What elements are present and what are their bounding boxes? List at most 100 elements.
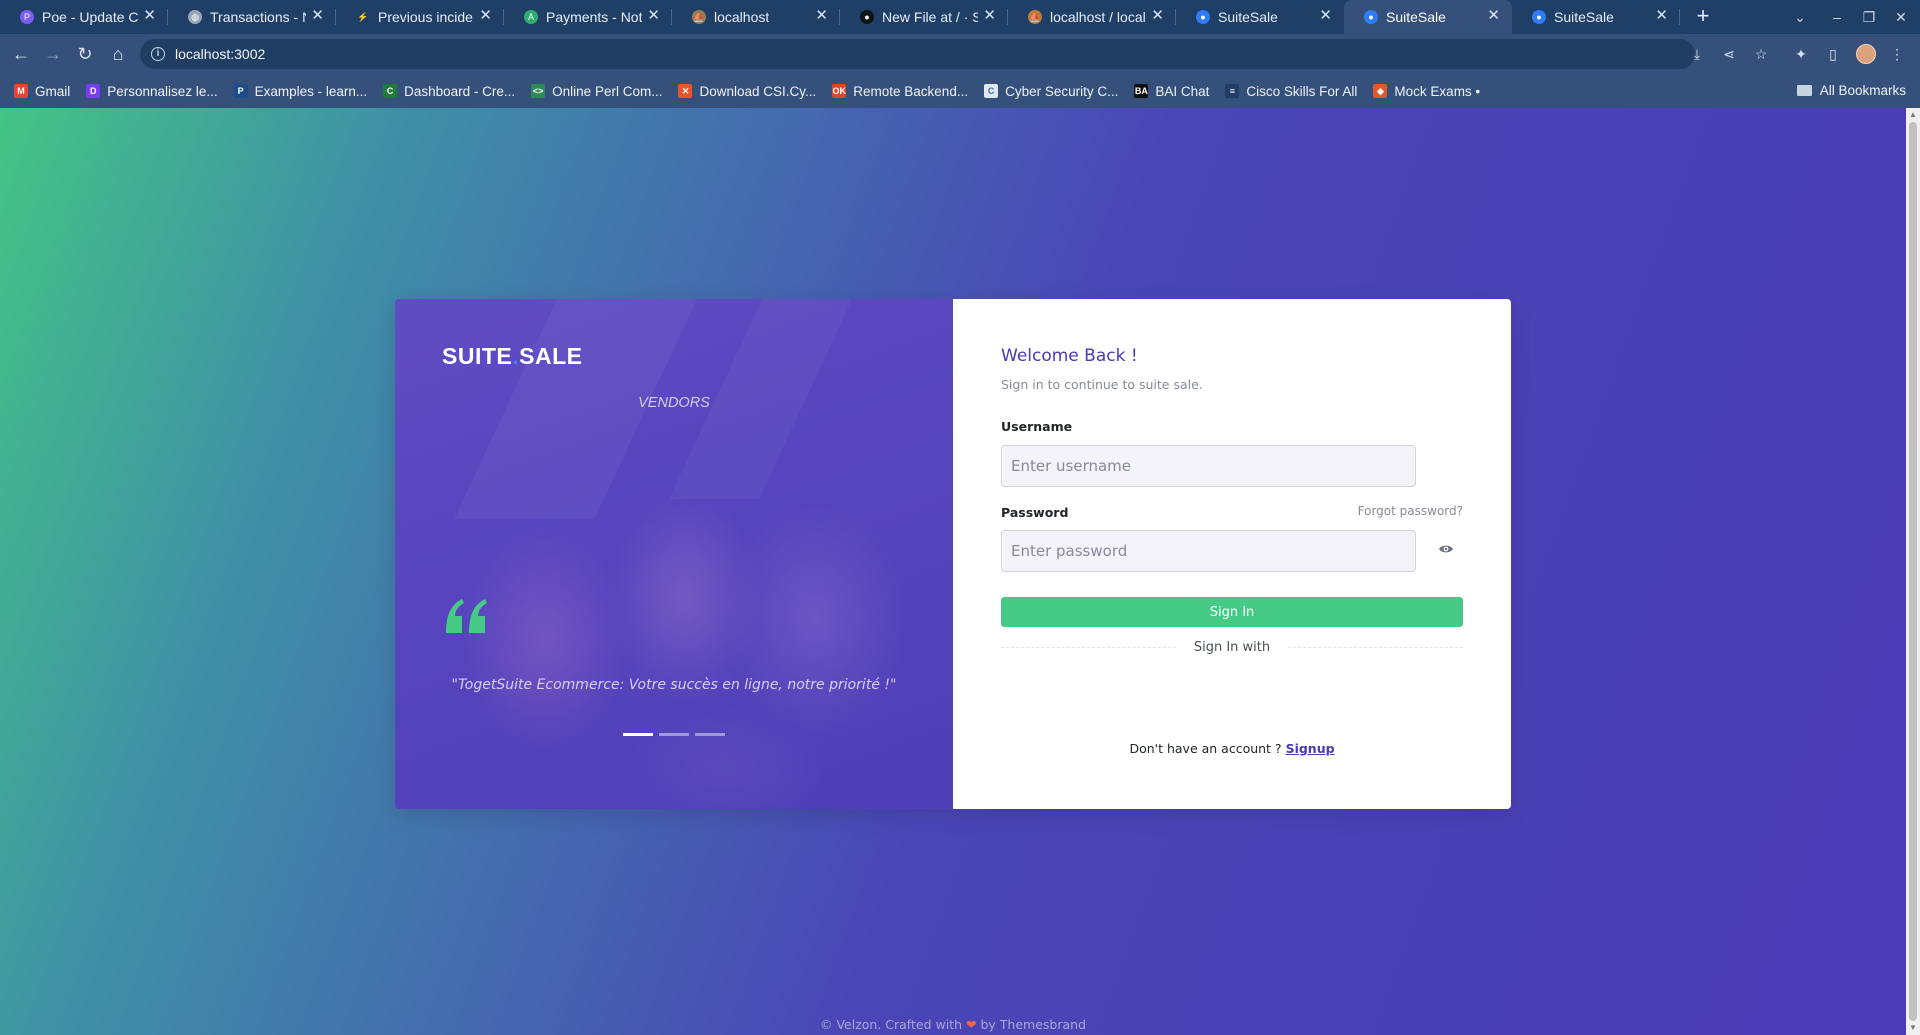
tab-close-icon[interactable]: ✕	[479, 8, 492, 24]
login-card: SUITE.SALE VENDORS "TogetSuite Ecommerce…	[395, 299, 1511, 809]
bookmark-star-icon[interactable]: ☆	[1750, 43, 1772, 65]
tab-close-icon[interactable]: ✕	[647, 8, 660, 24]
bookmarks-bar: M Gmail D Personnalisez le... P Examples - le…	[0, 74, 1920, 108]
site-info-icon[interactable]: i	[151, 47, 165, 61]
tab-close-icon[interactable]: ✕	[983, 8, 996, 24]
password-input[interactable]	[1001, 530, 1416, 572]
canva-icon: D	[86, 84, 101, 98]
carousel-indicator[interactable]	[623, 733, 653, 736]
scroll-up-icon[interactable]: ▲	[1906, 108, 1920, 122]
carousel-indicators	[623, 733, 725, 736]
menu-icon[interactable]: ⋮	[1886, 43, 1908, 65]
browser-tab[interactable]: ⛵ localhost / localh ✕	[1008, 0, 1176, 34]
back-icon[interactable]: ←	[7, 40, 35, 68]
side-panel-icon[interactable]: ▯	[1822, 43, 1844, 65]
sign-in-button[interactable]: Sign In	[1001, 597, 1463, 627]
bookmark-label: Remote Backend...	[853, 83, 969, 99]
logo-text-left: SUITE	[442, 343, 513, 369]
bookmark-item[interactable]: M Gmail	[14, 84, 70, 99]
carousel-indicator[interactable]	[659, 733, 689, 736]
vendors-tagline: VENDORS	[638, 395, 710, 411]
tab-close-icon[interactable]: ✕	[311, 8, 324, 24]
page-viewport: SUITE.SALE VENDORS "TogetSuite Ecommerce…	[0, 108, 1920, 1035]
bookmark-item[interactable]: <> Online Perl Com...	[531, 84, 662, 99]
minimize-icon[interactable]: –	[1820, 0, 1854, 34]
welcome-subtitle: Sign in to continue to suite sale.	[1001, 377, 1203, 392]
browser-tab[interactable]: A Payments - Notch ✕	[504, 0, 672, 34]
tab-title: SuiteSale	[1218, 9, 1278, 25]
browser-toolbar: ← → ↻ ⌂ i localhost:3002 ⤓ ⋖ ☆ ✦ ▯ ⋮	[0, 34, 1920, 74]
cisco-icon: ≡	[1225, 84, 1240, 98]
share-icon[interactable]: ⋖	[1718, 43, 1740, 65]
bookmark-label: BAI Chat	[1155, 83, 1210, 99]
close-window-icon[interactable]: ✕	[1884, 0, 1918, 34]
browser-tab[interactable]: ● SuiteSale ✕	[1512, 0, 1680, 34]
perl-icon: <>	[531, 84, 546, 98]
tab-title: localhost	[714, 9, 770, 25]
gmail-icon: M	[14, 84, 28, 98]
signup-link[interactable]: Signup	[1286, 741, 1335, 756]
signup-prompt: Don't have an account ? Signup	[953, 741, 1511, 756]
bookmark-item[interactable]: C Cyber Security C...	[984, 84, 1118, 99]
tab-search-icon[interactable]: ⌄	[1783, 0, 1817, 34]
browser-tab[interactable]: P Poe - Update Clie ✕	[0, 0, 168, 34]
address-bar[interactable]: i localhost:3002	[140, 39, 1695, 69]
forward-icon[interactable]: →	[39, 40, 67, 68]
codewars-icon: C	[383, 84, 398, 98]
bookmark-list: M Gmail D Personnalisez le... P Examples - le…	[14, 84, 1496, 99]
tab-close-icon[interactable]: ✕	[1655, 8, 1668, 24]
bai-icon: BA	[1134, 84, 1149, 98]
bookmark-label: Download CSI.Cy...	[699, 83, 817, 99]
new-tab-button[interactable]: +	[1686, 0, 1720, 34]
reload-icon[interactable]: ↻	[71, 40, 99, 68]
tab-close-icon[interactable]: ✕	[1487, 8, 1500, 24]
browser-tab[interactable]: ● SuiteSale ✕	[1176, 0, 1344, 34]
bookmark-item[interactable]: ≡ Cisco Skills For All	[1225, 84, 1357, 99]
browser-tab[interactable]: ⛵ localhost ✕	[672, 0, 840, 34]
browser-tab[interactable]: ● SuiteSale ✕	[1344, 0, 1512, 34]
browser-tab[interactable]: ⚡ Previous incident ✕	[336, 0, 504, 34]
bookmark-item[interactable]: BA BAI Chat	[1134, 84, 1209, 99]
quote-icon	[446, 599, 487, 633]
scrollbar-thumb[interactable]	[1909, 122, 1917, 1021]
p-icon: P	[233, 84, 248, 98]
bookmark-item[interactable]: ◈ Mock Exams •	[1373, 84, 1480, 99]
restore-icon[interactable]: ❐	[1852, 0, 1886, 34]
username-input[interactable]	[1001, 445, 1416, 487]
install-app-icon[interactable]: ⤓	[1686, 43, 1708, 65]
extensions-icon[interactable]: ✦	[1790, 43, 1812, 65]
bookmark-item[interactable]: D Personnalisez le...	[86, 84, 218, 99]
tab-close-icon[interactable]: ✕	[815, 8, 828, 24]
welcome-heading: Welcome Back !	[1001, 346, 1138, 366]
ok-icon: OK	[832, 84, 847, 98]
browser-tab[interactable]: ◍ Transactions - No ✕	[168, 0, 336, 34]
suitesale-logo[interactable]: SUITE.SALE	[442, 343, 582, 370]
page-scrollbar[interactable]: ▲ ▼	[1906, 108, 1920, 1035]
bookmark-item[interactable]: OK Remote Backend...	[832, 84, 968, 99]
forgot-password-link[interactable]: Forgot password?	[1358, 504, 1463, 518]
bookmark-label: Online Perl Com...	[552, 83, 663, 99]
bookmark-item[interactable]: ✕ Download CSI.Cy...	[678, 84, 816, 99]
tab-close-icon[interactable]: ✕	[143, 8, 156, 24]
eye-icon[interactable]	[1438, 543, 1454, 555]
suitesale-icon: ●	[1364, 10, 1378, 24]
browser-tab[interactable]: ● New File at / · Sec ✕	[840, 0, 1008, 34]
logo-text-right: SALE	[519, 343, 583, 369]
tab-title: SuiteSale	[1554, 9, 1614, 25]
scroll-down-icon[interactable]: ▼	[1906, 1021, 1920, 1035]
tab-close-icon[interactable]: ✕	[1319, 8, 1332, 24]
tab-title: Previous incident	[378, 9, 474, 25]
all-bookmarks-button[interactable]: All Bookmarks	[1796, 83, 1906, 98]
carousel-indicator[interactable]	[695, 733, 725, 736]
notch-icon: A	[524, 10, 538, 24]
github-icon: ●	[860, 10, 874, 24]
bookmark-label: Examples - learn...	[254, 83, 368, 99]
tab-close-icon[interactable]: ✕	[1151, 8, 1164, 24]
profile-avatar[interactable]	[1856, 44, 1876, 64]
page-footer: © Velzon. Crafted with ❤ by Themesbrand	[0, 1017, 1906, 1032]
home-icon[interactable]: ⌂	[104, 40, 132, 68]
bookmark-item[interactable]: C Dashboard - Cre...	[383, 84, 515, 99]
bookmark-item[interactable]: P Examples - learn...	[233, 83, 368, 99]
tab-title: Transactions - No	[210, 9, 306, 25]
bookmark-label: Cyber Security C...	[1005, 83, 1119, 99]
